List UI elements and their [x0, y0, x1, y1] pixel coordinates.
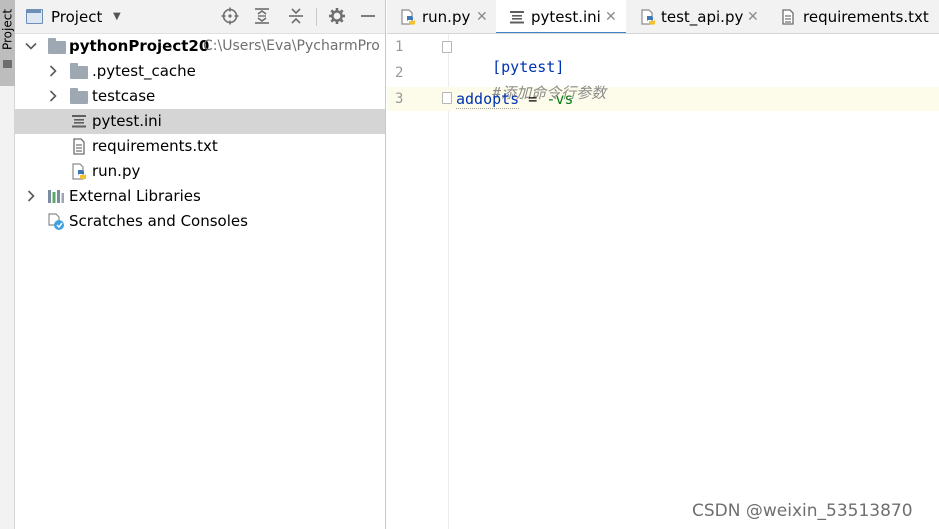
tree-root-row[interactable]: pythonProject20 C:\Users\Eva\PycharmPro: [15, 34, 385, 59]
tab-label: test_api.py: [661, 8, 744, 26]
tree-item-label: testcase: [92, 87, 156, 105]
tab-pytest-ini[interactable]: pytest.ini ✕: [496, 0, 626, 33]
project-view-icon: [26, 9, 43, 24]
tab-run-py[interactable]: run.py ✕: [387, 0, 493, 33]
code-line-3[interactable]: addopts = -vs: [456, 89, 573, 109]
tree-item-label: .pytest_cache: [92, 62, 196, 80]
python-file-icon: [401, 9, 415, 25]
folder-icon: [70, 88, 88, 104]
tree-item-pytest-ini[interactable]: pytest.ini: [15, 109, 385, 134]
header-divider: [316, 8, 317, 26]
tree-item-external-libraries[interactable]: External Libraries: [15, 184, 385, 209]
line-number: 2: [395, 65, 404, 81]
close-icon[interactable]: ✕: [747, 8, 759, 26]
tab-label: pytest.ini: [531, 8, 601, 26]
project-view-selector[interactable]: Project: [51, 7, 102, 27]
chevron-down-icon[interactable]: ▼: [113, 8, 121, 26]
tree-item-label: requirements.txt: [92, 137, 218, 155]
expand-all-button[interactable]: [251, 5, 273, 27]
chevron-down-icon[interactable]: [24, 39, 38, 53]
crosshair-icon: [221, 7, 239, 25]
close-icon[interactable]: ✕: [476, 8, 488, 26]
folder-icon: [48, 38, 66, 54]
collapse-all-icon: [289, 8, 303, 24]
tab-test-api-py[interactable]: test_api.py ✕: [627, 0, 765, 33]
tool-window-stripe: Project: [0, 0, 15, 529]
scratches-icon: [48, 213, 64, 230]
ini-operator: =: [519, 90, 547, 108]
tree-item-requirements-txt[interactable]: requirements.txt: [15, 134, 385, 159]
project-pane: Project ▼ pythonProject20 C:\Users\Eva\P…: [15, 0, 386, 529]
chevron-right-icon[interactable]: [46, 89, 60, 103]
tree-item-label: run.py: [92, 162, 141, 180]
fold-marker-icon[interactable]: [442, 41, 452, 53]
locate-file-button[interactable]: [219, 5, 241, 27]
hide-pane-button[interactable]: [357, 5, 379, 27]
tree-item-label: Scratches and Consoles: [69, 212, 248, 230]
ini-value: -vs: [546, 90, 574, 108]
minimize-icon: [361, 15, 375, 17]
line-number: 3: [395, 91, 404, 107]
ini-file-icon: [510, 11, 524, 24]
chevron-right-icon[interactable]: [24, 189, 38, 203]
folder-icon: [3, 60, 12, 68]
gear-icon: [329, 8, 345, 24]
text-file-icon: [782, 9, 794, 25]
tab-label: run.py: [422, 8, 471, 26]
text-file-icon: [73, 138, 85, 155]
ini-key: addopts: [456, 90, 520, 109]
editor-tab-bar: run.py ✕ pytest.ini ✕ test_api.py ✕ requ…: [387, 0, 939, 34]
tree-item-label: External Libraries: [69, 187, 201, 205]
fold-marker-icon[interactable]: [442, 92, 452, 104]
collapse-all-button[interactable]: [285, 5, 307, 27]
tab-requirements-txt[interactable]: requirements.txt: [767, 0, 939, 33]
tree-item-scratches[interactable]: Scratches and Consoles: [15, 209, 385, 234]
tree-item-label: pytest.ini: [92, 112, 162, 130]
project-stripe-label: Project: [0, 8, 15, 51]
tree-item-pytest-cache[interactable]: .pytest_cache: [15, 59, 385, 84]
python-file-icon: [72, 163, 86, 180]
tab-label: requirements.txt: [803, 8, 929, 26]
chevron-right-icon[interactable]: [46, 64, 60, 78]
project-root-path: C:\Users\Eva\PycharmPro: [203, 38, 380, 54]
close-icon[interactable]: ✕: [605, 8, 617, 26]
line-number: 1: [395, 39, 404, 55]
expand-all-icon: [255, 8, 269, 24]
project-pane-header: Project ▼: [15, 0, 385, 34]
project-tool-window-tab[interactable]: Project: [0, 0, 15, 86]
python-file-icon: [641, 9, 655, 25]
tree-item-run-py[interactable]: run.py: [15, 159, 385, 184]
project-root-name: pythonProject20: [69, 37, 210, 55]
editor-area: run.py ✕ pytest.ini ✕ test_api.py ✕ requ…: [387, 0, 939, 529]
ini-file-icon: [72, 115, 86, 128]
options-button[interactable]: [326, 5, 348, 27]
editor-gutter: 1 2 3: [387, 34, 452, 529]
tree-item-testcase[interactable]: testcase: [15, 84, 385, 109]
watermark: CSDN @weixin_53513870: [692, 501, 913, 521]
folder-icon: [70, 63, 88, 79]
library-icon: [48, 190, 64, 203]
